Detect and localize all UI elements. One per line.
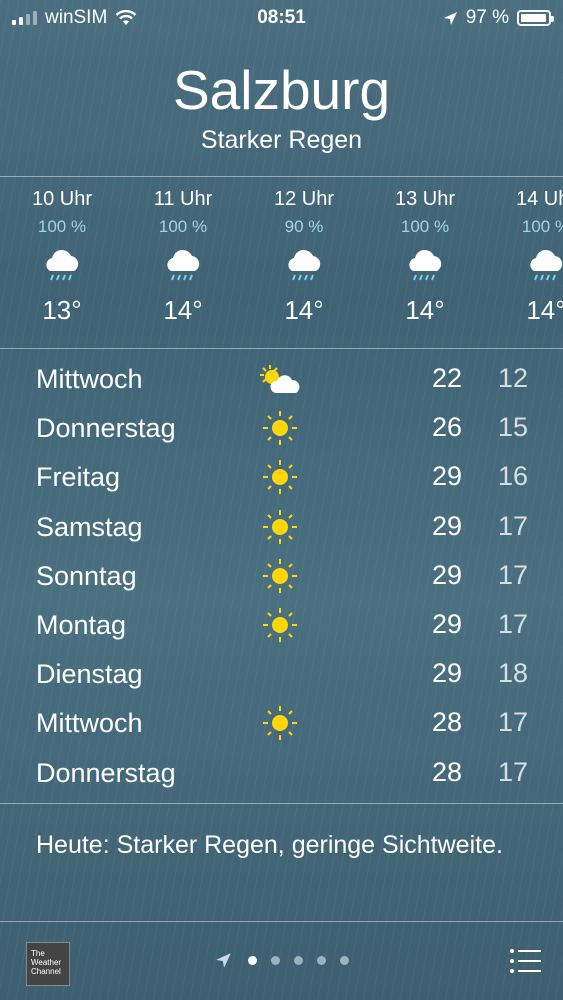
sun-icon [263,558,297,593]
day-high: 29 [431,461,462,492]
day-name: Mittwoch [36,364,143,394]
day-name: Sonntag [36,560,137,591]
day-name: Mittwoch [36,708,143,739]
sun-cloud-icon [260,365,300,393]
city-list-icon[interactable] [509,947,541,975]
status-bar: winSIM 08:51 97 % [0,0,563,36]
day-low: 17 [497,756,528,787]
hour-temp: 14° [284,295,324,325]
day-high: 28 [431,756,462,787]
hour-precip: 100 % [37,217,87,236]
day-name: Donnerstag [36,413,176,444]
page-dot[interactable] [294,956,303,965]
day-row: Dienstag 29 18 [0,650,563,699]
day-name: Freitag [36,462,121,493]
day-row: Donnerstag 28 17 [0,749,563,798]
hour-time: 10 Uhr [31,188,93,210]
hour-precip: 100 % [158,217,208,236]
divider [0,348,563,349]
cloud-rain-icon [167,249,200,281]
day-name: Samstag [36,511,143,542]
day-high: 29 [431,608,462,639]
cloud-rain-icon [409,249,442,281]
footer-bar: The Weather Channel [0,925,563,1000]
cloud-rain-icon [288,249,321,281]
location-arrow-icon [216,953,231,968]
day-low: 18 [497,658,528,689]
day-high: 26 [431,412,462,443]
sun-icon [263,607,297,642]
city-name: Salzburg [172,59,391,121]
day-high: 29 [431,658,462,689]
daily-forecast[interactable]: Mittwoch 22 12 Donnerstag 26 15 Freitag … [0,355,563,798]
day-row: Mittwoch 28 17 [0,699,563,748]
sun-icon [263,460,297,495]
sun-icon [263,411,297,446]
day-name: Montag [36,609,127,640]
day-name: Donnerstag [36,757,176,788]
day-row: Sonntag 29 17 [0,552,563,601]
divider [0,921,563,922]
day-high: 28 [431,707,462,738]
day-row: Donnerstag 26 15 [0,404,563,453]
hour-time: 14 Uhr [515,188,563,210]
hour-item: 12 Uhr 90 % 14° [249,185,359,326]
day-low: 17 [497,510,528,541]
page-dot[interactable] [248,956,257,965]
day-row: Montag 29 17 [0,601,563,650]
day-name: Dienstag [36,659,143,690]
page-dot[interactable] [271,956,280,965]
weather-channel-logo[interactable]: The Weather Channel [26,942,70,986]
day-low: 15 [497,412,528,443]
battery-icon [517,10,554,26]
hour-time: 13 Uhr [394,188,456,210]
divider [0,176,563,177]
day-row: Freitag 29 16 [0,453,563,502]
hour-temp: 14° [526,295,563,325]
hour-precip: 90 % [284,217,324,236]
hour-item: 13 Uhr 100 % 14° [370,185,480,326]
day-low: 12 [497,363,528,393]
hour-item: 11 Uhr 100 % 14° [128,185,238,326]
hour-item: 10 Uhr 100 % 13° [7,185,117,326]
day-high: 29 [431,510,462,541]
page-dot[interactable] [317,956,326,965]
cloud-rain-icon [530,249,563,281]
hour-item: 14 Uhr 100 % 14° [491,185,563,326]
day-low: 17 [497,559,528,590]
sun-icon [263,509,297,544]
day-low: 17 [497,608,528,639]
current-condition: Starker Regen [200,126,363,154]
hour-temp: 14° [163,295,203,325]
day-high: 29 [431,559,462,590]
day-row: Samstag 29 17 [0,503,563,552]
hour-precip: 100 % [400,217,450,236]
page-indicator[interactable] [215,952,349,969]
day-low: 17 [497,707,528,738]
today-summary: Heute: Starker Regen, geringe Sichtweite… [36,831,503,859]
hour-time: 12 Uhr [273,188,335,210]
divider [0,803,563,804]
day-high: 22 [431,363,462,393]
battery-percent: 97 % [465,7,509,28]
hour-temp: 13° [42,295,82,325]
hour-precip: 100 % [521,217,563,236]
cloud-rain-icon [46,249,79,281]
day-row: Mittwoch 22 12 [0,355,563,404]
day-low: 16 [497,461,528,492]
sun-icon [263,706,297,741]
page-dot[interactable] [340,956,349,965]
hour-time: 11 Uhr [153,188,213,210]
hourly-forecast[interactable]: 10 Uhr 100 % 13° 11 Uhr 100 % 14° 12 Uhr… [0,185,563,345]
hour-temp: 14° [405,295,445,325]
location-arrow-icon [443,11,457,25]
